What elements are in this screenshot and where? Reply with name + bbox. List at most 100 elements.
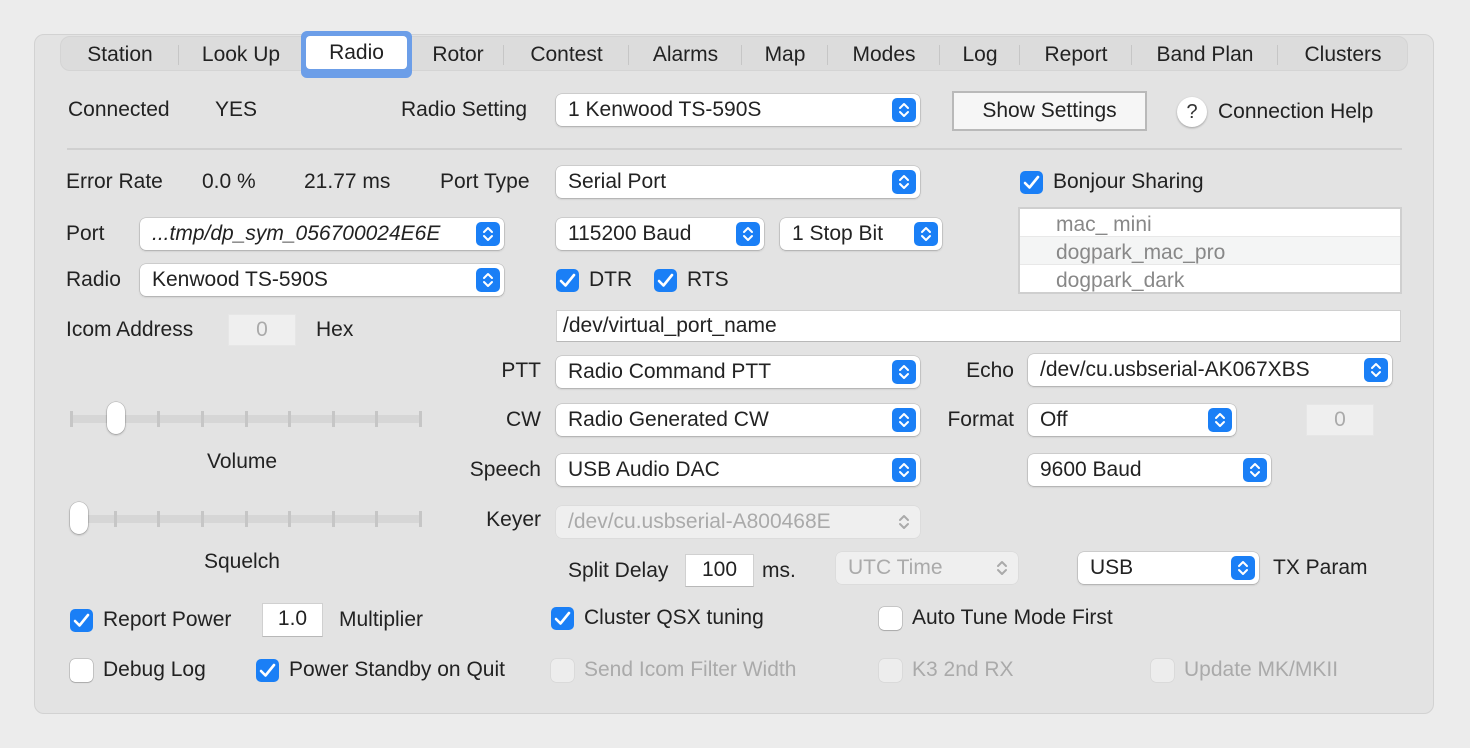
keyer-value: /dev/cu.usbserial-A800468E [568, 510, 831, 533]
keyer-select[interactable]: /dev/cu.usbserial-A800468E [556, 506, 920, 538]
echo-baud-value: 9600 Baud [1040, 458, 1142, 481]
cluster-qsx-checkbox[interactable]: Cluster QSX tuning [551, 606, 764, 630]
volume-slider-knob[interactable] [106, 402, 125, 434]
ptt-value: Radio Command PTT [568, 360, 772, 383]
select-arrows-icon [892, 98, 916, 122]
baud-rate-value: 115200 Baud [568, 222, 692, 245]
rts-checkbox[interactable]: RTS [654, 268, 729, 292]
virtual-port-field[interactable]: /dev/virtual_port_name [556, 310, 1401, 342]
dtr-checkbox[interactable]: DTR [556, 268, 632, 292]
select-arrows-icon [1208, 408, 1232, 432]
send-icom-filter-checkbox[interactable]: Send Icom Filter Width [551, 658, 796, 682]
checkbox-checked-icon [654, 268, 677, 292]
update-mk-label: Update MK/MKII [1184, 658, 1339, 681]
show-settings-button[interactable]: Show Settings [952, 91, 1147, 131]
format-value: Off [1040, 408, 1068, 431]
send-icom-filter-label: Send Icom Filter Width [584, 658, 797, 681]
speech-select[interactable]: USB Audio DAC [556, 454, 920, 486]
error-rate-value: 0.0 % [202, 170, 256, 193]
port-type-label: Port Type [440, 170, 530, 193]
auto-tune-checkbox[interactable]: Auto Tune Mode First [879, 606, 1113, 630]
port-value: ...tmp/dp_sym_056700024E6E [152, 222, 441, 245]
ptt-label: PTT [501, 359, 541, 382]
echo-select[interactable]: /dev/cu.usbserial-AK067XBS [1028, 354, 1392, 386]
radio-setting-select[interactable]: 1 Kenwood TS-590S [556, 94, 920, 126]
debug-log-checkbox[interactable]: Debug Log [70, 658, 206, 682]
slider-tick [419, 511, 422, 527]
radio-model-select[interactable]: Kenwood TS-590S [140, 264, 504, 296]
latency-value: 21.77 ms [304, 170, 391, 193]
tab-station[interactable]: Station [61, 37, 179, 72]
squelch-slider-knob[interactable] [70, 502, 88, 534]
select-arrows-icon [1243, 458, 1267, 482]
tab-look-up[interactable]: Look Up [179, 37, 303, 72]
tab-bar: Station Look Up Radio Rotor Contest Alar… [60, 31, 1408, 78]
icom-address-label: Icom Address [66, 318, 194, 341]
list-item[interactable]: dogpark_mac_pro [1020, 237, 1400, 265]
bonjour-sharing-checkbox[interactable]: Bonjour Sharing [1020, 170, 1204, 194]
format-select[interactable]: Off [1028, 404, 1236, 436]
tx-mode-select[interactable]: USB [1078, 552, 1259, 584]
icom-address-field[interactable]: 0 [228, 314, 296, 346]
tab-clusters[interactable]: Clusters [1278, 37, 1408, 72]
stop-bits-select[interactable]: 1 Stop Bit [780, 218, 942, 250]
report-power-checkbox[interactable]: Report Power [70, 608, 231, 632]
select-arrows-icon [892, 360, 916, 384]
cw-select[interactable]: Radio Generated CW [556, 404, 920, 436]
tx-param-label: TX Param [1273, 556, 1368, 579]
tab-contest[interactable]: Contest [504, 37, 629, 72]
report-power-label: Report Power [103, 608, 232, 631]
port-label: Port [66, 222, 105, 245]
checkbox-unchecked-icon [879, 658, 902, 682]
update-mk-checkbox[interactable]: Update MK/MKII [1151, 658, 1338, 682]
keyer-label: Keyer [486, 508, 541, 531]
checkbox-checked-icon [1020, 170, 1043, 194]
multiplier-field[interactable]: 1.0 [262, 603, 323, 637]
tab-map[interactable]: Map [742, 37, 828, 72]
time-value: UTC Time [848, 556, 943, 579]
checkbox-checked-icon [551, 606, 574, 630]
split-delay-field[interactable]: 100 [685, 554, 754, 587]
tab-rotor[interactable]: Rotor [412, 37, 504, 72]
select-arrows-icon [892, 458, 916, 482]
tab-alarms[interactable]: Alarms [629, 37, 742, 72]
power-standby-checkbox[interactable]: Power Standby on Quit [256, 658, 505, 682]
tab-modes[interactable]: Modes [828, 37, 940, 72]
help-icon[interactable]: ? [1177, 97, 1207, 127]
slider-tick [288, 511, 292, 527]
checkbox-checked-icon [256, 658, 279, 682]
time-select[interactable]: UTC Time [836, 552, 1018, 584]
squelch-slider[interactable] [70, 502, 422, 535]
tab-log[interactable]: Log [940, 37, 1020, 72]
select-arrows-icon [1231, 556, 1255, 580]
tab-band-plan[interactable]: Band Plan [1132, 37, 1278, 72]
speech-value: USB Audio DAC [568, 458, 720, 481]
tab-report[interactable]: Report [1020, 37, 1132, 72]
list-item[interactable]: dogpark_dark [1020, 265, 1400, 292]
port-type-select[interactable]: Serial Port [556, 166, 920, 198]
echo-baud-select[interactable]: 9600 Baud [1028, 454, 1271, 486]
format-number-field[interactable]: 0 [1306, 404, 1374, 436]
cw-value: Radio Generated CW [568, 408, 769, 431]
connected-label: Connected [68, 98, 170, 121]
baud-rate-select[interactable]: 115200 Baud [556, 218, 764, 250]
tab-radio[interactable]: Radio [301, 31, 412, 78]
slider-tick [244, 411, 248, 427]
bonjour-hosts-list[interactable]: mac_ mini dogpark_mac_pro dogpark_dark [1018, 207, 1402, 294]
error-rate-label: Error Rate [66, 170, 163, 193]
connection-help-label[interactable]: Connection Help [1218, 100, 1373, 124]
ptt-select[interactable]: Radio Command PTT [556, 356, 920, 388]
rts-label: RTS [687, 268, 729, 291]
slider-tick [419, 411, 422, 427]
k3-2nd-rx-checkbox[interactable]: K3 2nd RX [879, 658, 1014, 682]
slider-tick [200, 511, 204, 527]
radio-model-value: Kenwood TS-590S [152, 268, 328, 291]
list-item[interactable]: mac_ mini [1020, 209, 1400, 237]
select-arrows-icon [476, 222, 500, 246]
checkbox-unchecked-icon [879, 606, 902, 630]
slider-tick [113, 511, 117, 527]
slider-tick [375, 511, 379, 527]
volume-slider[interactable] [70, 402, 422, 435]
port-select[interactable]: ...tmp/dp_sym_056700024E6E [140, 218, 504, 250]
format-label: Format [947, 408, 1014, 431]
